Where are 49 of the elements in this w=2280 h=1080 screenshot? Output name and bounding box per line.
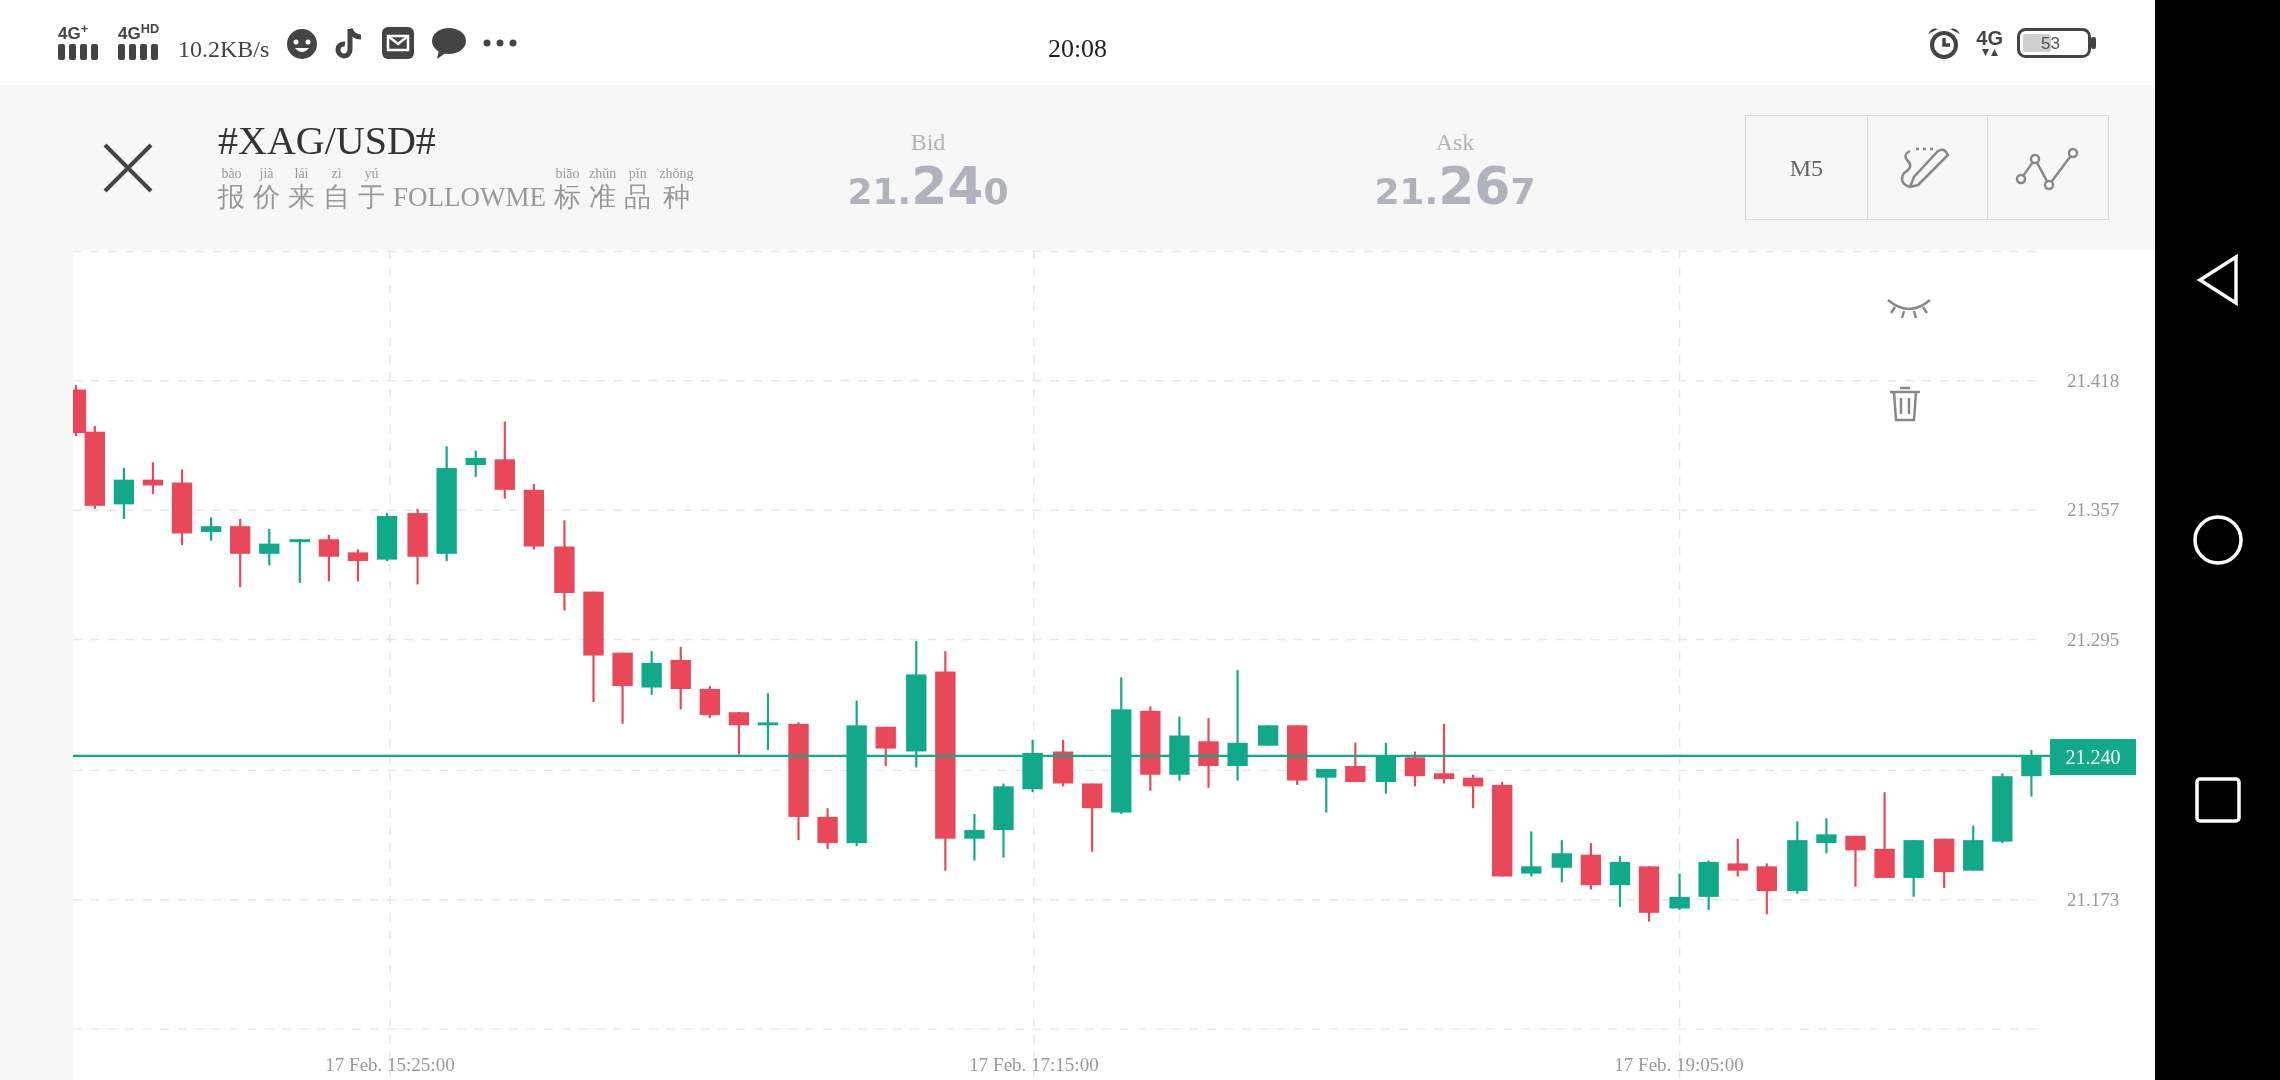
symbol-title: #XAG/USD# xyxy=(218,120,437,161)
source-text: 标 xyxy=(554,180,581,214)
time-axis-label: 17 Feb. 15:25:00 xyxy=(325,1055,455,1074)
square-recents-icon xyxy=(2194,777,2241,823)
source-text: 于 xyxy=(358,181,385,214)
network-speed: 10.2KB/s xyxy=(178,34,270,64)
triangle-back-icon xyxy=(2195,254,2240,306)
time-axis-label: 17 Feb. 19:05:00 xyxy=(1614,1055,1744,1074)
circle-home-icon xyxy=(2191,514,2244,566)
price-axis-label: 21.295 xyxy=(2067,630,2120,649)
pinyin-text: zì xyxy=(331,166,342,181)
pinyin-text: biāo xyxy=(555,166,580,181)
pinyin-text: pǐn xyxy=(628,166,647,181)
pinyin-text: lái xyxy=(294,166,309,181)
close-icon xyxy=(102,141,154,194)
network-type: 4G xyxy=(1976,28,2003,48)
battery-icon xyxy=(2017,27,2097,58)
source-text: 种 xyxy=(662,181,690,214)
clock-time: 20:08 xyxy=(1047,33,1108,65)
network-type: 4G$^{HD}$ xyxy=(118,25,160,42)
source-text: 报 xyxy=(218,180,245,214)
time-axis-label: 17 Feb. 17:15:00 xyxy=(969,1055,1099,1074)
source-text: 自 xyxy=(323,180,350,214)
timeframe-button[interactable]: M5 xyxy=(1746,116,1867,219)
price-axis-label: 21.418 xyxy=(2067,371,2120,390)
trash-icon xyxy=(1888,385,1922,423)
battery-percentage: 53 xyxy=(2041,34,2060,52)
quote-price: 21.267 xyxy=(1374,159,1536,212)
quote-price: 21.240 xyxy=(847,159,1009,212)
data-arrows-icon xyxy=(1980,48,1999,57)
source-text: 价 xyxy=(253,181,280,214)
pinyin-text: yú xyxy=(364,166,379,181)
pinyin-text: zhǒng xyxy=(659,166,694,181)
source-text: 来 xyxy=(288,180,315,214)
source-text: 准 xyxy=(589,180,617,214)
pinyin-text: bào xyxy=(221,166,242,181)
source-text: FOLLOWME xyxy=(393,180,546,214)
price-axis-label: 21.173 xyxy=(2067,890,2120,909)
pinyin-text: zhǔn xyxy=(589,166,617,181)
chat-bubble-icon xyxy=(431,25,468,60)
price-axis-label: 21.357 xyxy=(2067,500,2120,519)
source-text: 品 xyxy=(624,181,652,214)
mail-icon xyxy=(381,25,416,60)
more-dots-icon xyxy=(483,38,518,47)
pinyin-text: jià xyxy=(259,166,274,181)
network-type: 4G$^{+}$ xyxy=(58,25,89,42)
current-price-tag: 21.240 xyxy=(2050,739,2136,775)
quote-label: Ask xyxy=(1435,127,1475,157)
quote-label: Bid xyxy=(910,127,946,157)
